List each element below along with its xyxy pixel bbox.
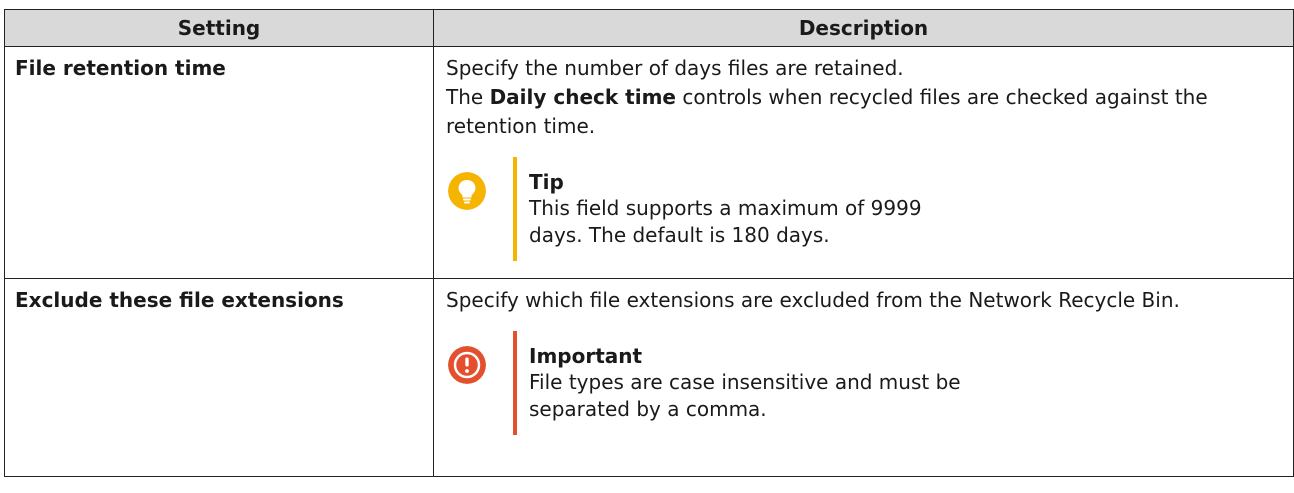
important-note: Important File types are case insensitiv… <box>446 331 966 435</box>
table-header-row: Setting Description <box>4 9 1294 47</box>
ui-term: Daily check time <box>489 85 676 109</box>
tip-text: This field supports a maximum of 9999 da… <box>529 196 922 247</box>
tip-note: Tip This field supports a maximum of 999… <box>446 157 966 261</box>
settings-table: Setting Description File retention time … <box>4 9 1294 477</box>
table-row: File retention time Specify the number o… <box>4 46 1294 279</box>
description-text: The Daily check time controls when recyc… <box>446 83 1285 141</box>
column-header-setting: Setting <box>4 9 434 47</box>
important-accent-bar <box>513 331 517 435</box>
table-row: Exclude these file extensions Specify wh… <box>4 278 1294 477</box>
setting-name: File retention time <box>4 46 434 279</box>
setting-description: Specify the number of days files are ret… <box>433 46 1294 279</box>
exclamation-icon <box>448 346 486 384</box>
description-text-part: The <box>446 85 490 109</box>
tip-title: Tip <box>529 170 564 194</box>
setting-description: Specify which file extensions are exclud… <box>433 278 1294 477</box>
important-text: File types are case insensitive and must… <box>529 370 961 421</box>
column-header-description: Description <box>433 9 1294 47</box>
description-text: Specify the number of days files are ret… <box>446 56 904 80</box>
tip-accent-bar <box>513 157 517 261</box>
lightbulb-icon <box>448 172 486 210</box>
setting-name: Exclude these file extensions <box>4 278 434 477</box>
important-title: Important <box>529 344 643 368</box>
description-text: Specify which file extensions are exclud… <box>446 288 1180 312</box>
